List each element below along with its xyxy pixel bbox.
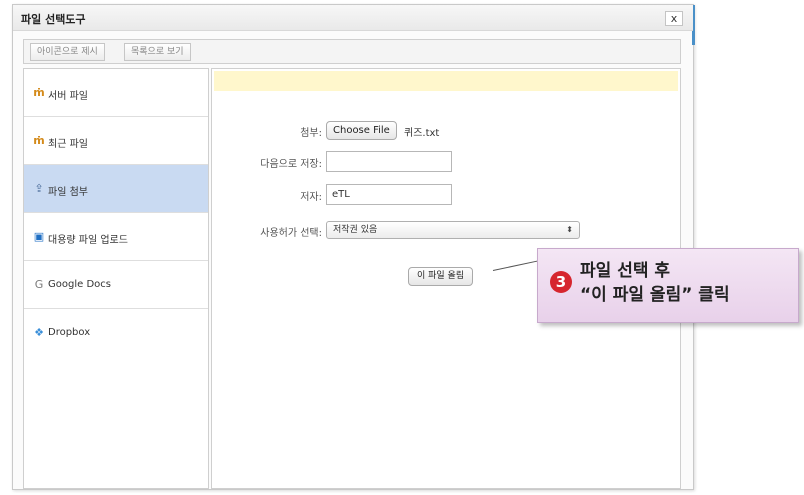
repository-sidebar: ṁ 서버 파일 ṁ 최근 파일 ⇪ 파일 첨부 ▣ 대용량 파일 업로드 G G… <box>23 68 209 489</box>
upload-this-file-button[interactable]: 이 파일 올림 <box>408 267 474 286</box>
dialog-title: 파일 선택도구 <box>21 13 86 26</box>
save-as-label: 다음으로 저장: <box>260 159 322 170</box>
select-arrows-icon: ⬍ <box>566 225 573 234</box>
icon-view-button[interactable]: 아이콘으로 제시 <box>30 43 105 61</box>
google-icon: G <box>34 278 44 291</box>
list-view-button[interactable]: 목록으로 보기 <box>124 43 191 61</box>
sidebar-item-server-files[interactable]: ṁ 서버 파일 <box>24 69 208 117</box>
author-label: 저자: <box>300 192 322 203</box>
attach-label: 첨부: <box>300 128 322 139</box>
callout-text: 파일 선택 후 “이 파일 올림” 클릭 <box>580 259 730 307</box>
sidebar-item-label: 최근 파일 <box>48 139 88 150</box>
save-as-input[interactable] <box>326 151 452 172</box>
sidebar-item-google-docs[interactable]: G Google Docs <box>24 261 208 309</box>
upload-icon: ⇪ <box>34 182 44 195</box>
dropbox-icon: ❖ <box>34 326 44 339</box>
sidebar-item-label: 서버 파일 <box>48 91 88 102</box>
author-input[interactable]: eTL <box>326 184 452 205</box>
sidebar-item-label: Google Docs <box>48 279 111 290</box>
sidebar-item-large-upload[interactable]: ▣ 대용량 파일 업로드 <box>24 213 208 261</box>
sidebar-item-label: 대용량 파일 업로드 <box>48 235 128 246</box>
license-select[interactable]: 저작권 있음 ⬍ <box>326 221 580 239</box>
instruction-callout: 3 파일 선택 후 “이 파일 올림” 클릭 <box>537 248 799 323</box>
choose-file-button[interactable]: Choose File <box>326 121 397 140</box>
callout-line-1: 파일 선택 후 <box>580 261 671 281</box>
file-picker-dialog: 파일 선택도구 x 아이콘으로 제시 목록으로 보기 ṁ 서버 파일 ṁ 최근 … <box>12 4 695 490</box>
sidebar-item-dropbox[interactable]: ❖ Dropbox <box>24 309 208 357</box>
moodle-icon: ṁ <box>33 134 45 147</box>
close-button[interactable]: x <box>665 11 683 26</box>
license-label: 사용허가 선택: <box>260 228 322 239</box>
step-number-badge: 3 <box>550 271 572 293</box>
sidebar-item-label: 파일 첨부 <box>48 187 88 198</box>
sidebar-item-recent-files[interactable]: ṁ 최근 파일 <box>24 117 208 165</box>
moodle-icon: ṁ <box>33 86 45 99</box>
sidebar-item-file-attach[interactable]: ⇪ 파일 첨부 <box>24 165 208 213</box>
sidebar-item-label: Dropbox <box>48 327 91 338</box>
notice-bar <box>214 71 678 91</box>
view-toolbar: 아이콘으로 제시 목록으로 보기 <box>23 39 681 64</box>
license-selected-value: 저작권 있음 <box>333 225 378 235</box>
large-upload-icon: ▣ <box>33 230 45 243</box>
chosen-file-name: 퀴즈.txt <box>404 128 440 139</box>
dialog-titlebar: 파일 선택도구 x <box>13 5 693 31</box>
callout-line-2: “이 파일 올림” 클릭 <box>580 285 730 305</box>
